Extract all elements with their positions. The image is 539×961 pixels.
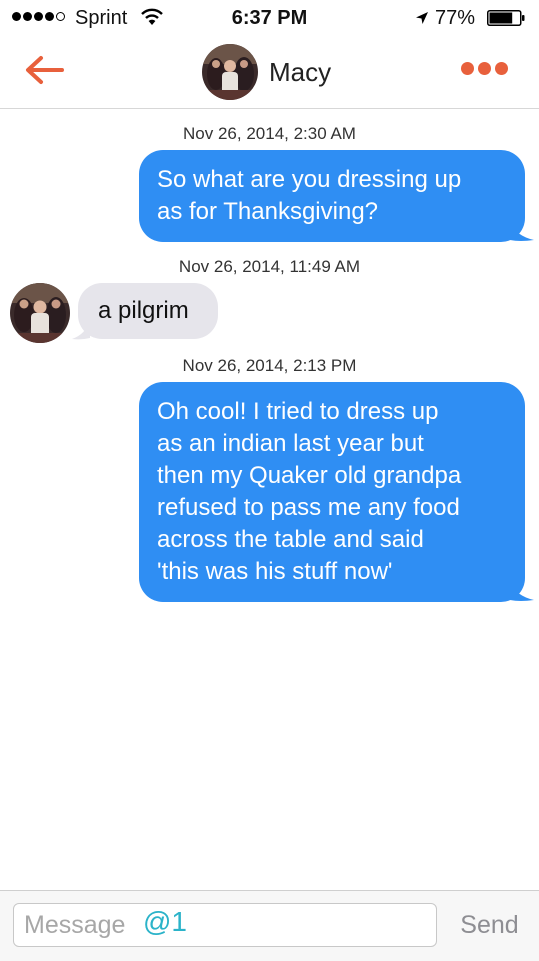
message-composer: @1 Send: [0, 890, 539, 961]
message-timestamp: Nov 26, 2014, 2:30 AM: [183, 124, 356, 143]
message-timestamp: Nov 26, 2014, 2:13 PM: [182, 356, 357, 375]
send-button[interactable]: Send: [447, 903, 532, 947]
message-input[interactable]: [13, 903, 437, 947]
bubble-tail: [510, 582, 534, 601]
sender-avatar[interactable]: [10, 283, 70, 343]
contact-name[interactable]: Macy: [269, 57, 331, 88]
message-timestamp: Nov 26, 2014, 11:49 AM: [178, 257, 361, 276]
message-line: Oh cool! I tried to dress up: [157, 398, 439, 425]
message-line: as for Thanksgiving?: [157, 198, 379, 225]
chat-header: Macy: [0, 38, 539, 109]
incoming-message-bubble[interactable]: a pilgrim: [78, 283, 218, 339]
back-arrow-icon[interactable]: [22, 52, 66, 88]
message-line: then my Quaker old grandpa: [157, 462, 462, 489]
location-arrow-icon: [416, 12, 428, 24]
more-dots-icon[interactable]: [461, 62, 508, 75]
battery-icon: [487, 10, 525, 26]
message-line: across the table and said: [157, 526, 424, 553]
message-line: a pilgrim: [98, 297, 189, 324]
battery-percent: 77%: [435, 7, 476, 29]
message-line: as an indian last year but: [157, 430, 424, 457]
status-bar: Sprint 6:37 PM 77%: [0, 0, 539, 38]
outgoing-message-bubble[interactable]: Oh cool! I tried to dress up as an india…: [139, 382, 525, 602]
message-line: 'this was his stuff now': [157, 558, 393, 585]
message-line: refused to pass me any food: [157, 494, 460, 521]
contact-avatar[interactable]: [202, 44, 258, 100]
message-line: So what are you dressing up: [157, 166, 462, 193]
outgoing-message-bubble[interactable]: So what are you dressing up as for Thank…: [139, 150, 525, 242]
bubble-tail: [510, 222, 534, 241]
